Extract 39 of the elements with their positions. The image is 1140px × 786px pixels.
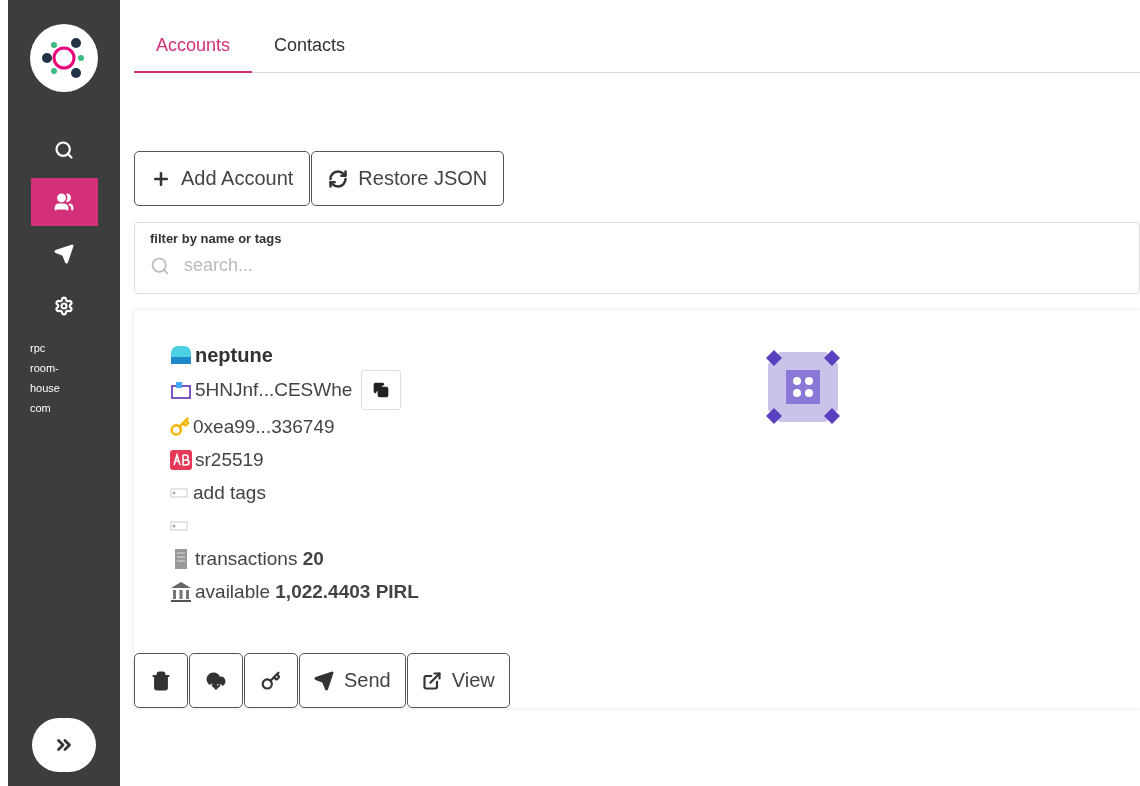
expand-button[interactable] bbox=[32, 718, 96, 772]
paper-plane-icon bbox=[314, 670, 334, 691]
password-button[interactable] bbox=[244, 653, 298, 708]
bank-icon bbox=[170, 580, 192, 603]
identicon-icon bbox=[766, 350, 840, 424]
filter-label: filter by name or tags bbox=[150, 231, 283, 246]
copy-button[interactable] bbox=[361, 370, 402, 410]
account-address: 5HNJnf...CESWhe bbox=[195, 379, 353, 401]
trash-icon bbox=[151, 670, 171, 691]
cloud-download-icon bbox=[206, 670, 226, 691]
tab[interactable]: Contacts bbox=[252, 20, 368, 73]
logo-icon[interactable] bbox=[30, 24, 98, 92]
sidebar-item[interactable] bbox=[30, 178, 98, 226]
add-account-button[interactable]: Add Account bbox=[134, 151, 311, 206]
ab-icon bbox=[170, 449, 192, 470]
paper-plane-icon bbox=[54, 244, 74, 264]
refresh-icon bbox=[328, 168, 349, 189]
users-icon bbox=[54, 192, 74, 212]
account-name: neptune bbox=[195, 343, 273, 367]
key-icon bbox=[170, 416, 190, 437]
evm-address: 0xea99...336749 bbox=[193, 415, 335, 438]
search-icon bbox=[54, 140, 74, 160]
tab[interactable]: Accounts bbox=[134, 20, 253, 73]
copy-icon bbox=[373, 382, 390, 398]
backup-button[interactable] bbox=[189, 653, 243, 708]
key-icon bbox=[261, 670, 281, 691]
tag-icon bbox=[170, 520, 188, 531]
gears-icon bbox=[54, 296, 74, 316]
send-button[interactable]: Send bbox=[299, 653, 406, 708]
view-button[interactable]: View bbox=[406, 653, 510, 708]
search-icon bbox=[150, 255, 170, 276]
delete-button[interactable] bbox=[134, 653, 188, 708]
transactions-count: transactions 20 bbox=[195, 547, 324, 570]
external-link-icon bbox=[421, 670, 442, 691]
node-url: rpc room- house com bbox=[30, 341, 60, 416]
available-balance: available 1,022.4403 PIRL bbox=[195, 580, 419, 603]
crypto-type: sr25519 bbox=[195, 448, 264, 471]
tag-icon bbox=[170, 487, 188, 498]
restore-json-button[interactable]: Restore JSON bbox=[311, 151, 505, 206]
